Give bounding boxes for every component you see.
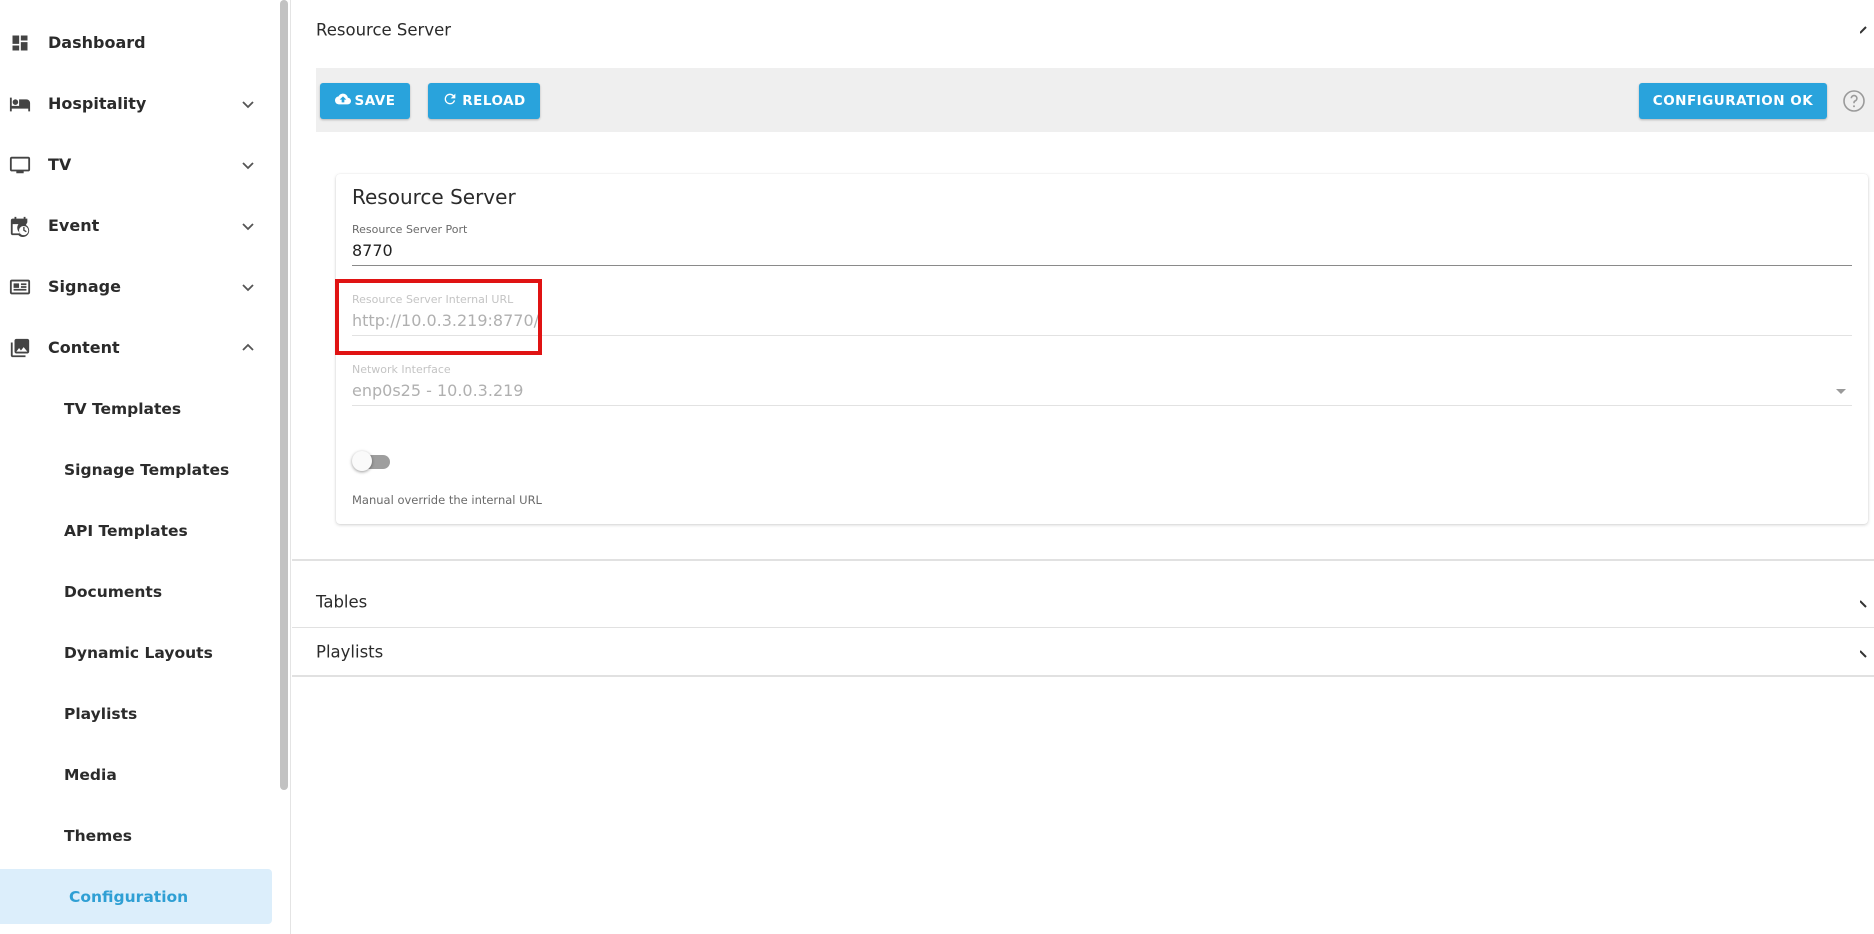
panel-title: Playlists	[316, 642, 384, 662]
chevron-down-icon	[240, 96, 256, 112]
sidebar-subitem-signage-templates[interactable]: Signage Templates	[0, 439, 278, 500]
sidebar-subitem-api-templates[interactable]: API Templates	[0, 500, 278, 561]
sidebar-subitem-media[interactable]: Media	[0, 744, 278, 805]
dropdown-caret-icon	[1836, 389, 1846, 394]
chevron-down-icon	[240, 218, 256, 234]
reload-button[interactable]: RELOAD	[428, 83, 540, 119]
bed-icon	[9, 93, 31, 115]
playlists-panel-header[interactable]: Playlists	[292, 627, 1874, 677]
sidebar-item-label: Hospitality	[48, 94, 147, 113]
toggle-caption: Manual override the internal URL	[352, 493, 542, 507]
sidebar-item-label: Content	[48, 338, 120, 357]
sidebar-item-content[interactable]: Content	[0, 317, 278, 378]
field-underline	[352, 405, 1852, 406]
refresh-icon	[442, 91, 458, 111]
cloud-upload-icon	[334, 91, 351, 111]
sidebar-subitem-dynamic-layouts[interactable]: Dynamic Layouts	[0, 622, 278, 683]
sidebar-item-label: Dashboard	[48, 33, 146, 52]
reload-button-label: RELOAD	[462, 93, 526, 109]
resource-server-panel-header[interactable]: Resource Server	[292, 5, 1874, 55]
sidebar-subitem-documents[interactable]: Documents	[0, 561, 278, 622]
sidebar-subitem-label: API Templates	[64, 521, 188, 540]
field-underline	[352, 265, 1852, 266]
sidebar-subitem-label: Signage Templates	[64, 460, 230, 479]
sidebar-item-signage[interactable]: Signage	[0, 256, 278, 317]
sidebar-subitem-label: Configuration	[69, 887, 189, 906]
sidebar-subitem-configuration[interactable]: Configuration	[0, 866, 278, 927]
tv-icon	[9, 154, 31, 176]
panel-title: Resource Server	[316, 20, 452, 40]
sidebar-subitem-label: Media	[64, 765, 117, 784]
save-button[interactable]: SAVE	[320, 83, 410, 119]
chevron-up-icon	[240, 340, 256, 356]
sidebar-subitem-label: Documents	[64, 582, 163, 601]
sidebar-subitem-label: TV Templates	[64, 399, 182, 418]
chevron-down-icon	[240, 279, 256, 295]
sidebar-subitem-label: Themes	[64, 826, 133, 845]
chevron-up-icon	[1859, 23, 1874, 37]
field-label: Resource Server Port	[352, 223, 468, 236]
configuration-status-label: CONFIGURATION OK	[1652, 93, 1814, 109]
panel-title: Tables	[316, 592, 368, 612]
chevron-down-icon	[1859, 595, 1874, 609]
manual-override-toggle[interactable]	[352, 450, 392, 471]
sidebar-item-label: Signage	[48, 277, 121, 296]
main-content: Resource Server SAVE RELOAD CONFIGURATIO…	[292, 0, 1874, 934]
resource-server-card: Resource Server Resource Server Port 877…	[335, 174, 1868, 524]
sidebar-scrollbar-thumb[interactable]	[280, 0, 288, 790]
photo-library-icon	[9, 337, 31, 359]
help-icon[interactable]	[1842, 89, 1866, 113]
chevron-down-icon	[1859, 645, 1874, 659]
field-label: Network Interface	[352, 363, 451, 376]
dashboard-icon	[9, 32, 31, 54]
sidebar-item-dashboard[interactable]: Dashboard	[0, 12, 278, 73]
sidebar-item-label: Event	[48, 216, 100, 235]
sidebar-subitem-label: Playlists	[64, 704, 138, 723]
sidebar-item-hospitality[interactable]: Hospitality	[0, 73, 278, 134]
panel-divider	[292, 675, 1874, 677]
sidebar: Dashboard Hospitality TV Event Signage C…	[0, 0, 278, 934]
save-button-label: SAVE	[354, 93, 396, 109]
sidebar-divider	[290, 0, 291, 934]
tables-panel-header[interactable]: Tables	[292, 577, 1874, 627]
sidebar-item-label: TV	[48, 155, 72, 174]
config-toolbar: SAVE RELOAD CONFIGURATION OK	[316, 68, 1874, 132]
sidebar-subitem-themes[interactable]: Themes	[0, 805, 278, 866]
field-value: 8770	[352, 241, 393, 260]
chevron-down-icon	[240, 157, 256, 173]
sidebar-item-tv[interactable]: TV	[0, 134, 278, 195]
sidebar-subitem-tv-templates[interactable]: TV Templates	[0, 378, 278, 439]
signage-icon	[9, 276, 31, 298]
sidebar-subitem-playlists[interactable]: Playlists	[0, 683, 278, 744]
field-underline	[352, 335, 1852, 336]
panel-divider	[292, 559, 1874, 561]
highlight-annotation-box	[335, 279, 542, 355]
sidebar-item-event[interactable]: Event	[0, 195, 278, 256]
sidebar-subitem-label: Dynamic Layouts	[64, 643, 213, 662]
field-value: enp0s25 - 10.0.3.219	[352, 381, 524, 400]
calendar-clock-icon	[9, 215, 31, 237]
configuration-status-button[interactable]: CONFIGURATION OK	[1639, 83, 1827, 119]
toggle-knob	[352, 451, 372, 471]
card-title: Resource Server	[352, 185, 516, 209]
